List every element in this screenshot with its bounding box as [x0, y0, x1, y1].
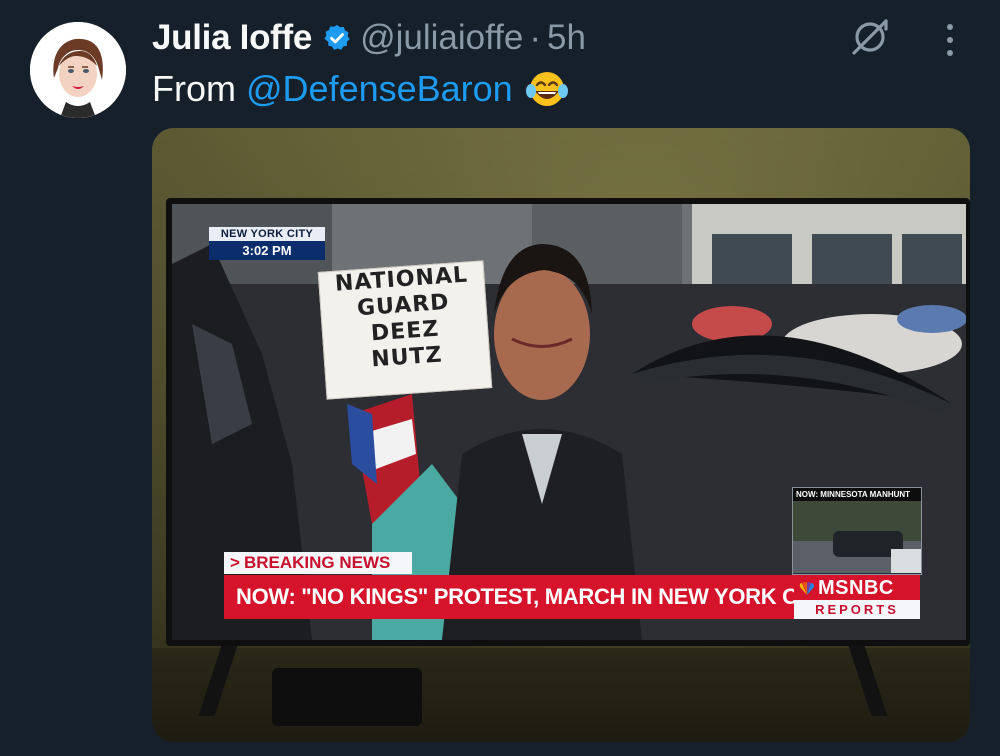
avatar-illustration — [30, 22, 126, 118]
tv-screen: NEW YORK CITY 3:02 PM NATIONAL GUARD DEE… — [172, 204, 966, 640]
location-bug: NEW YORK CITY 3:02 PM — [209, 227, 325, 260]
tweet-text-prefix: From — [152, 68, 236, 109]
more-dot — [947, 50, 953, 56]
laughing-crying-emoji-icon — [525, 69, 569, 109]
timestamp[interactable]: 5h — [547, 18, 586, 58]
headline-ticker: NOW: "NO KINGS" PROTEST, MARCH IN NEW YO… — [224, 575, 831, 619]
caret-icon: > — [230, 553, 240, 572]
peacock-icon — [799, 582, 814, 595]
protest-sign: NATIONAL GUARD DEEZ NUTZ — [317, 260, 493, 400]
streaming-device — [272, 668, 422, 726]
display-name[interactable]: Julia Ioffe — [152, 18, 312, 58]
more-dot — [947, 37, 953, 43]
network-subtitle: REPORTS — [794, 600, 920, 619]
more-dot — [947, 24, 953, 30]
network-name: MSNBC — [818, 577, 894, 599]
verified-badge-icon[interactable] — [322, 23, 352, 53]
handle[interactable]: @juliaioffe — [360, 18, 523, 58]
grok-icon[interactable] — [849, 16, 891, 58]
network-logo: MSNBC REPORTS — [794, 575, 920, 619]
pip-scene — [793, 501, 921, 573]
tweet-text: From @DefenseBaron — [152, 66, 569, 112]
mention-link[interactable]: @DefenseBaron — [246, 66, 513, 112]
breaking-news-tag: > BREAKING NEWS — [224, 552, 412, 574]
breaking-news-label: BREAKING NEWS — [243, 553, 391, 572]
tweet-media-photo[interactable]: NEW YORK CITY 3:02 PM NATIONAL GUARD DEE… — [152, 128, 970, 742]
more-options-icon[interactable] — [934, 20, 966, 60]
tweet-header: Julia Ioffe @juliaioffe · 5h — [152, 14, 586, 62]
location-time: 3:02 PM — [242, 243, 292, 258]
separator-dot: · — [529, 18, 542, 57]
picture-in-picture: NOW: MINNESOTA MANHUNT — [792, 487, 922, 575]
avatar[interactable] — [30, 22, 126, 118]
location-city: NEW YORK CITY — [209, 227, 325, 241]
pip-label: NOW: MINNESOTA MANHUNT — [793, 488, 921, 501]
